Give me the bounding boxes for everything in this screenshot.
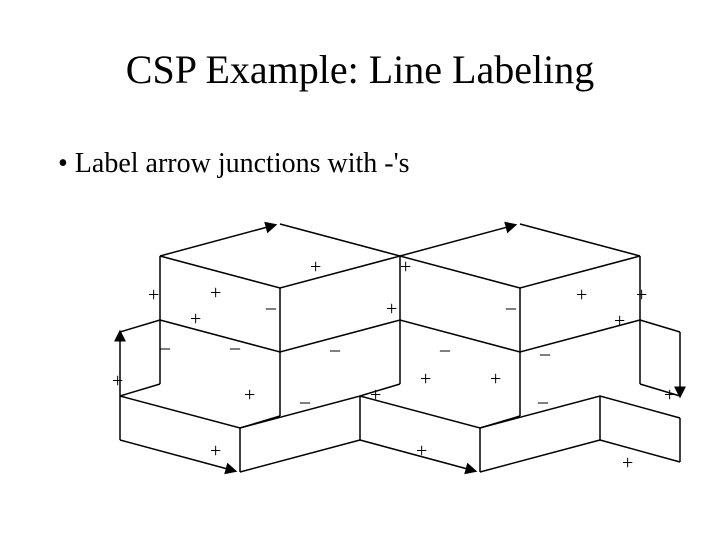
lbl-extra1: +: [420, 368, 431, 391]
lbl-y: +: [416, 440, 427, 463]
line-drawing: [0, 0, 720, 540]
lbl-m: _: [230, 330, 240, 353]
lbl-t: +: [370, 384, 381, 407]
lbl-g: _: [506, 290, 516, 313]
lbl-s: _: [300, 384, 310, 407]
lbl-h: +: [576, 284, 587, 307]
lbl-i: +: [636, 284, 647, 307]
lbl-b: +: [400, 256, 411, 279]
lbl-e: _: [266, 290, 276, 313]
lbl-f: +: [386, 298, 397, 321]
lbl-u: +: [490, 368, 501, 391]
lbl-j: +: [190, 308, 201, 331]
lbl-n: _: [330, 332, 340, 355]
lbl-z: +: [622, 452, 633, 475]
lbl-o: _: [440, 332, 450, 355]
lbl-p: _: [540, 336, 550, 359]
lbl-d: +: [210, 282, 221, 305]
lbl-x: +: [210, 440, 221, 463]
lbl-a: +: [310, 256, 321, 279]
lbl-l: _: [160, 330, 170, 353]
lbl-c: +: [148, 284, 159, 307]
lbl-w: +: [664, 384, 675, 407]
lbl-v: _: [538, 384, 548, 407]
lbl-k: +: [614, 310, 625, 333]
lbl-r: +: [244, 384, 255, 407]
lbl-q: +: [112, 370, 123, 393]
